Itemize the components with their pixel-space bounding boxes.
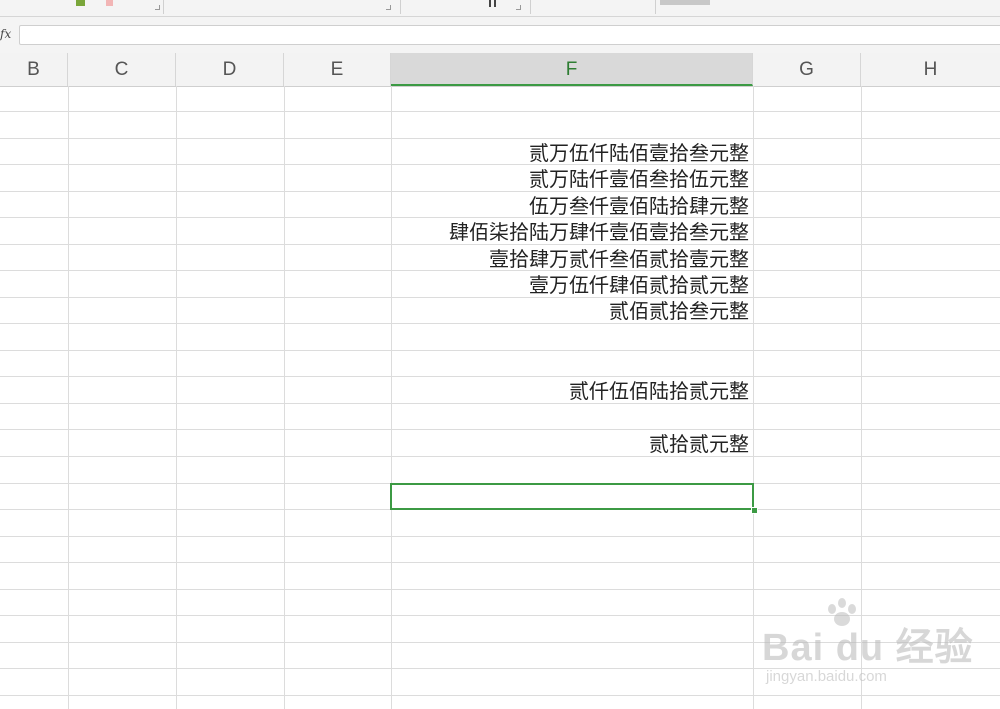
grid-line — [0, 589, 1000, 590]
column-header-g[interactable]: G — [753, 53, 861, 86]
ribbon-toolbar — [0, 0, 1000, 17]
grid-line — [0, 562, 1000, 563]
column-header-f[interactable]: F — [391, 53, 753, 86]
column-header-b[interactable]: B — [0, 53, 68, 86]
ribbon-divider — [530, 0, 531, 14]
cell-f12[interactable]: 贰仟伍佰陆拾贰元整 — [392, 378, 749, 404]
grid-line — [0, 138, 1000, 139]
column-header-row: B C D E F G H — [0, 53, 1000, 87]
cell-f5[interactable]: 伍万叁仟壹佰陆拾肆元整 — [392, 193, 749, 219]
cell-f6[interactable]: 肆佰柒拾陆万肆仟壹佰壹拾叁元整 — [392, 219, 749, 245]
cell-f4[interactable]: 贰万陆仟壹佰叁拾伍元整 — [392, 166, 749, 192]
dialog-launcher-icon[interactable] — [155, 5, 160, 10]
watermark-url: jingyan.baidu.com — [766, 668, 887, 685]
fill-handle[interactable] — [751, 507, 758, 514]
grid-line — [0, 376, 1000, 377]
formula-input[interactable] — [19, 25, 1000, 45]
watermark-logo: Bai du 经验 — [762, 627, 974, 669]
column-header-e[interactable]: E — [284, 53, 391, 86]
grid-line — [0, 429, 1000, 430]
align-icon[interactable] — [494, 0, 496, 7]
cell-f14[interactable]: 贰拾贰元整 — [392, 431, 749, 457]
cell-f8[interactable]: 壹万伍仟肆佰贰拾贰元整 — [392, 272, 749, 298]
format-painter-icon[interactable] — [76, 0, 85, 6]
baidu-jingyan-watermark: Bai du 经验 jingyan.baidu.com — [762, 598, 982, 693]
cell-f9[interactable]: 贰佰贰拾叁元整 — [392, 298, 749, 324]
number-format-select[interactable] — [660, 0, 710, 5]
fx-icon[interactable]: fx — [0, 27, 11, 41]
align-icon[interactable] — [489, 0, 491, 7]
cell-f3[interactable]: 贰万伍仟陆佰壹拾叁元整 — [392, 140, 749, 166]
grid-line — [0, 111, 1000, 112]
grid-line — [0, 695, 1000, 696]
dialog-launcher-icon[interactable] — [386, 5, 391, 10]
ribbon-divider — [163, 0, 164, 14]
ribbon-divider — [400, 0, 401, 14]
grid-line — [0, 536, 1000, 537]
selected-cell[interactable] — [390, 483, 754, 510]
ribbon-divider — [655, 0, 656, 14]
clear-icon[interactable] — [106, 0, 113, 6]
column-header-d[interactable]: D — [176, 53, 284, 86]
dialog-launcher-icon[interactable] — [516, 5, 521, 10]
formula-bar: fx — [0, 17, 1000, 53]
cell-f7[interactable]: 壹拾肆万贰仟叁佰贰拾壹元整 — [392, 246, 749, 272]
column-header-h[interactable]: H — [861, 53, 1000, 86]
grid-line — [0, 350, 1000, 351]
column-header-c[interactable]: C — [68, 53, 176, 86]
